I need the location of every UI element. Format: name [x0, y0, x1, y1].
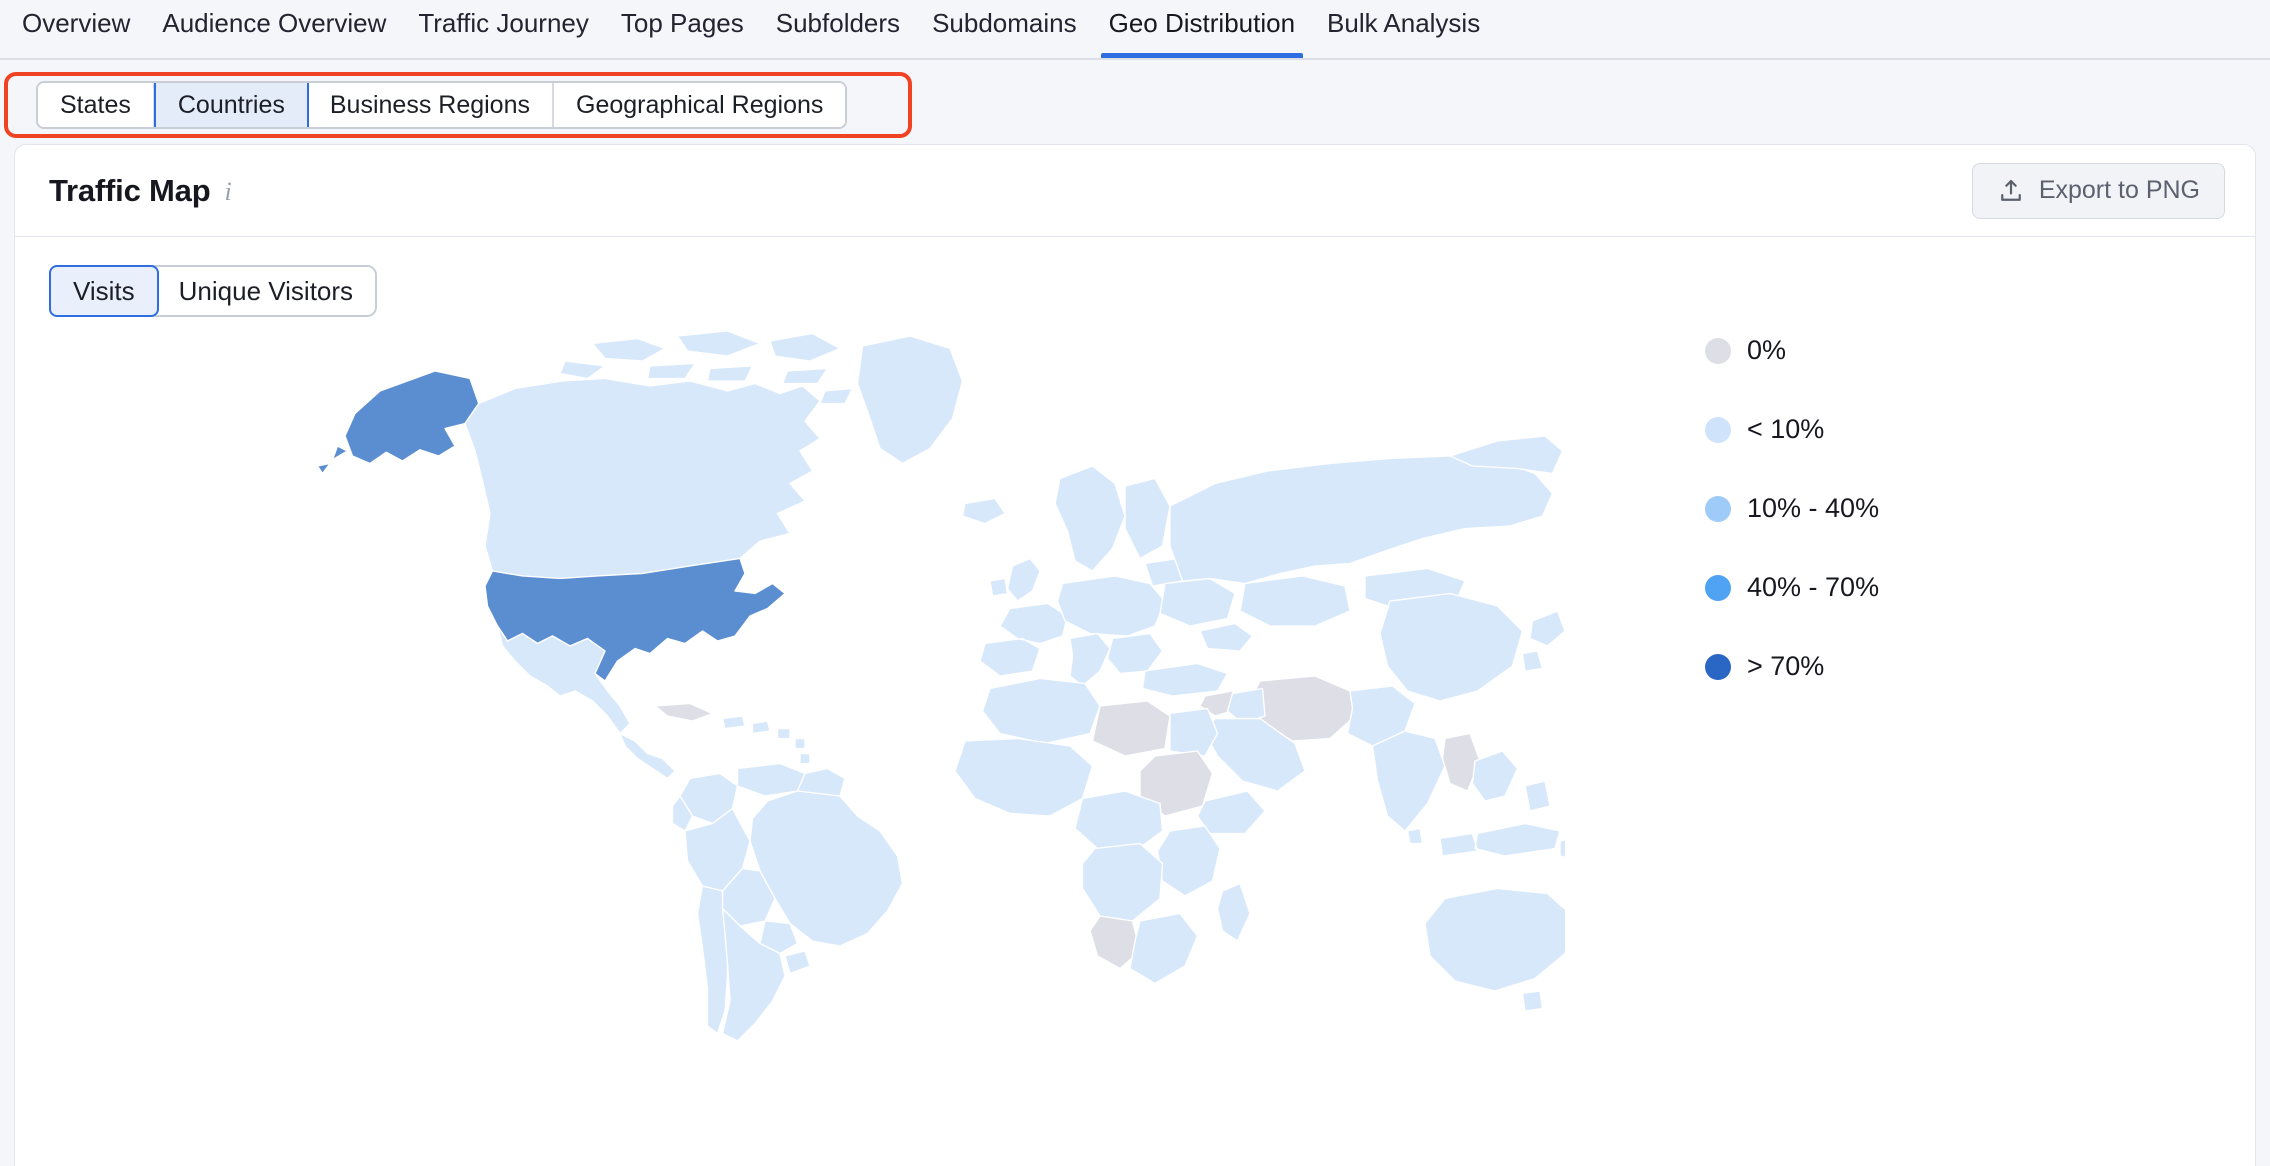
metric-toggle-group: Visits Unique Visitors [49, 265, 378, 317]
map-region-kazakhstan[interactable] [1239, 575, 1351, 627]
map-region-uk-ireland[interactable] [989, 557, 1041, 602]
legend-label-1: < 10% [1747, 414, 1825, 444]
map-region-tasmania[interactable] [1521, 990, 1544, 1012]
tab-traffic-journey[interactable]: Traffic Journey [402, 0, 605, 58]
map-region-finland[interactable] [1124, 477, 1171, 560]
metric-toggle-unique-visitors[interactable]: Unique Visitors [156, 267, 376, 315]
map-region-iceland[interactable] [961, 497, 1006, 525]
tab-audience-overview[interactable]: Audience Overview [146, 0, 402, 58]
map-legend: 0% < 10% 10% - 40% 40% - 70% > 70% [1705, 337, 1879, 680]
tab-overview[interactable]: Overview [6, 0, 146, 58]
map-region-russia[interactable] [1169, 455, 1554, 585]
legend-item-4: > 70% [1705, 653, 1879, 680]
map-region-ukraine[interactable] [1159, 577, 1236, 627]
primary-tab-bar: Overview Audience Overview Traffic Journ… [0, 0, 2270, 60]
geo-scope-tab-row: States Countries Business Regions Geogra… [0, 60, 2270, 138]
map-region-egypt[interactable] [1169, 707, 1219, 757]
legend-item-0: 0% [1705, 337, 1879, 364]
tab-bulk-analysis[interactable]: Bulk Analysis [1311, 0, 1496, 58]
map-region-australia[interactable] [1424, 887, 1565, 992]
export-to-png-button[interactable]: Export to PNG [1971, 162, 2225, 219]
geo-scope-geographical-regions[interactable]: Geographical Regions [554, 83, 846, 127]
traffic-map-card: Traffic Map i Export to PNG Visits Uniqu… [14, 144, 2256, 1166]
map-region-papua-new-guinea[interactable] [1559, 836, 1565, 861]
world-map-area: 0% < 10% 10% - 40% 40% - 70% > 70% [15, 330, 2255, 1101]
export-upload-icon [1997, 177, 2025, 205]
map-region-southern-africa[interactable] [1129, 912, 1199, 985]
legend-item-1: < 10% [1705, 416, 1879, 443]
card-title-group: Traffic Map i [49, 173, 232, 209]
map-region-caribbean[interactable] [721, 715, 811, 765]
map-region-central-africa[interactable] [1074, 790, 1164, 852]
legend-item-2: 10% - 40% [1705, 495, 1879, 522]
legend-swatch-1 [1705, 416, 1731, 443]
map-region-central-america[interactable] [619, 732, 676, 780]
legend-swatch-2 [1705, 495, 1731, 522]
map-region-china[interactable] [1379, 592, 1524, 702]
map-region-sri-lanka[interactable] [1406, 827, 1424, 845]
metric-toggle-visits[interactable]: Visits [49, 265, 159, 317]
legend-swatch-0 [1705, 337, 1731, 364]
map-region-france-spain[interactable] [979, 602, 1069, 677]
legend-item-3: 40% - 70% [1705, 574, 1879, 601]
geo-scope-segmented-control: States Countries Business Regions Geogra… [36, 81, 848, 129]
map-region-korea-japan[interactable] [1521, 610, 1566, 672]
tab-top-pages[interactable]: Top Pages [605, 0, 760, 58]
legend-label-3: 40% - 70% [1747, 572, 1880, 602]
tab-geo-distribution[interactable]: Geo Distribution [1093, 0, 1311, 58]
map-region-philippines[interactable] [1524, 780, 1551, 812]
map-region-venezuela[interactable] [736, 762, 806, 797]
map-region-central-europe[interactable] [1056, 575, 1166, 637]
map-region-turkey[interactable] [1141, 662, 1229, 697]
map-region-scandinavia[interactable] [1054, 465, 1126, 572]
map-region-morocco-algeria[interactable] [981, 677, 1101, 745]
geo-scope-countries[interactable]: Countries [153, 83, 309, 127]
info-icon[interactable]: i [224, 176, 231, 205]
map-region-east-africa[interactable] [1156, 825, 1221, 897]
map-region-congo-angola[interactable] [1081, 842, 1164, 922]
legend-label-2: 10% - 40% [1747, 493, 1880, 523]
map-region-madagascar[interactable] [1216, 882, 1251, 942]
export-button-label: Export to PNG [2038, 176, 2200, 204]
map-region-west-africa[interactable] [954, 737, 1094, 817]
tab-subfolders[interactable]: Subfolders [760, 0, 916, 58]
page-title: Traffic Map [49, 172, 211, 208]
map-region-cuba[interactable] [654, 702, 714, 722]
legend-swatch-4 [1705, 653, 1731, 680]
map-region-indonesia[interactable] [1439, 822, 1561, 857]
legend-label-0: 0% [1747, 335, 1787, 365]
map-region-india[interactable] [1371, 730, 1446, 832]
geo-scope-states[interactable]: States [38, 83, 155, 127]
map-region-ethiopia-horn[interactable] [1196, 790, 1266, 835]
map-region-caucasus[interactable] [1199, 622, 1254, 652]
legend-label-4: > 70% [1747, 651, 1825, 681]
map-region-uruguay[interactable] [784, 950, 811, 975]
world-choropleth-map[interactable] [315, 321, 1565, 1081]
map-region-alaska[interactable] [316, 370, 480, 475]
map-region-greenland[interactable] [856, 335, 964, 465]
legend-swatch-3 [1705, 574, 1731, 601]
card-header: Traffic Map i Export to PNG [15, 145, 2255, 237]
geo-scope-business-regions[interactable]: Business Regions [307, 83, 554, 127]
tab-subdomains[interactable]: Subdomains [916, 0, 1093, 58]
map-region-canada[interactable] [464, 377, 821, 580]
map-region-libya[interactable] [1091, 700, 1171, 757]
